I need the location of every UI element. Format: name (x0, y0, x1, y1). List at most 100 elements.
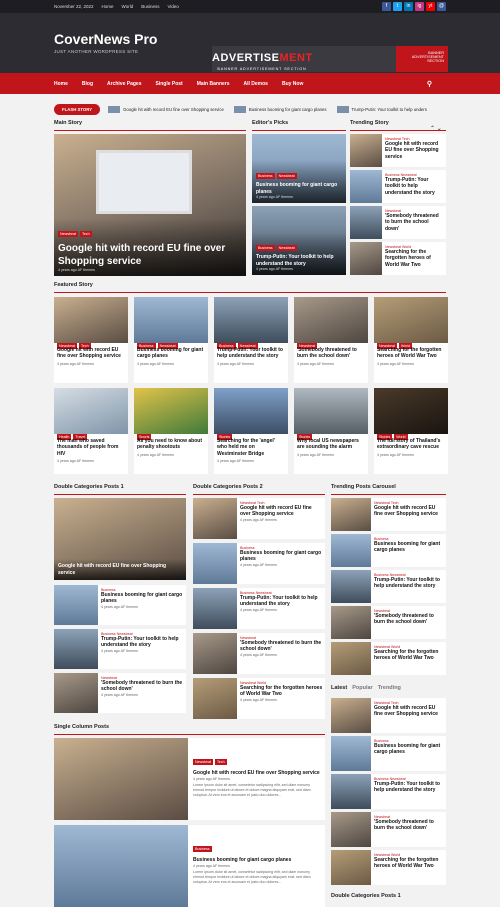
carousel-item[interactable]: Newsbeat World Searching for the forgotte… (331, 642, 446, 675)
tab-trending[interactable]: Trending (378, 685, 401, 691)
trending-item[interactable]: Newsbeat World Searching for the forgotte… (350, 242, 446, 275)
dc2-list-item[interactable]: Newsbeat 'Somebody threatened to burn the… (193, 633, 325, 674)
latest-item[interactable]: Newsbeat Tech Google hit with record EU f… (331, 698, 446, 733)
trending-nav-arrows[interactable]: ⌃ ⌄ (430, 125, 442, 132)
top-link-home[interactable]: Home (102, 4, 114, 9)
category-badge[interactable]: Tech (214, 759, 227, 765)
nav-single-post[interactable]: Single Post (155, 81, 182, 87)
featured-card[interactable]: Newsbeat Tech Google hit with record EU fi… (54, 297, 128, 383)
latest-item[interactable]: Newsbeat World Searching for the forgotte… (331, 850, 446, 885)
twitter-icon[interactable]: t (393, 2, 402, 11)
post-title[interactable]: Business booming for giant cargo planes (101, 592, 184, 605)
post-title[interactable]: Why local US newspapers are sounding the… (297, 438, 366, 451)
nav-buy-now[interactable]: Buy Now (282, 81, 303, 87)
flash-item[interactable]: Business booming for giant cargo planes (233, 105, 327, 113)
main-story-title[interactable]: Google hit with record EU fine over Shop… (58, 242, 242, 268)
post-title[interactable]: Trump-Putin: Your toolkit to help unders… (217, 347, 286, 360)
dc2-list-item[interactable]: Newsbeat World Searching for the forgotte… (193, 678, 325, 719)
youtube-icon[interactable]: yt (426, 2, 435, 11)
dc1-list-item[interactable]: Business Newsbeat Trump-Putin: Your toolk… (54, 629, 186, 669)
post-title[interactable]: Trump-Putin: Your toolkit to help unders… (374, 577, 444, 590)
category-badge[interactable]: Newsbeat (58, 231, 78, 237)
main-story-card[interactable]: Newsbeat Tech Google hit with record EU f… (54, 134, 246, 276)
featured-card[interactable]: Business Newsbeat Business booming for gia… (134, 297, 208, 383)
post-title[interactable]: 'Somebody threatened to burn the school … (374, 613, 444, 626)
site-title[interactable]: CoverNews Pro (54, 31, 446, 47)
trending-item[interactable]: Newsbeat Tech Google hit with record EU f… (350, 134, 446, 167)
post-title[interactable]: Business booming for giant cargo planes (374, 541, 444, 554)
single-column-post[interactable]: Newsbeat Tech Google hit with record EU fi… (54, 738, 325, 820)
post-title[interactable]: 'Somebody threatened to burn the school … (297, 347, 366, 360)
editors-pick-title[interactable]: Trump-Putin: Your toolkit to help unders… (256, 254, 342, 267)
email-icon[interactable]: @ (437, 2, 446, 11)
dc1-lead-title[interactable]: Google hit with record EU fine over Shop… (58, 563, 182, 576)
post-title[interactable]: Business booming for giant cargo planes (240, 550, 323, 563)
post-title[interactable]: 'Somebody threatened to burn the school … (101, 680, 184, 693)
instagram-icon[interactable]: ig (415, 2, 424, 11)
featured-card[interactable]: Stories Searching for the 'angel' who hel… (214, 388, 288, 474)
top-link-business[interactable]: Business (141, 4, 159, 9)
featured-card[interactable]: Stories World The full story of Thailand's… (374, 388, 448, 474)
flash-item[interactable]: Google hit with record EU fine over Shop… (108, 105, 224, 113)
tab-latest[interactable]: Latest (331, 685, 347, 691)
trending-item[interactable]: Business Newsbeat Trump-Putin: Your toolk… (350, 170, 446, 203)
post-title[interactable]: The full story of Thailand's extraordina… (377, 438, 446, 451)
trending-item[interactable]: Newsbeat 'Somebody threatened to burn the… (350, 206, 446, 239)
post-title[interactable]: Searching for the forgotten heroes of Wo… (377, 347, 446, 360)
post-title[interactable]: Google hit with record EU fine over Shop… (374, 705, 444, 718)
dc1-list-item[interactable]: Newsbeat 'Somebody threatened to burn the… (54, 673, 186, 713)
nav-all-demos[interactable]: All Demos (244, 81, 268, 87)
post-title[interactable]: Searching for the forgotten heroes of Wo… (374, 649, 444, 662)
category-badge[interactable]: Newsbeat (276, 245, 297, 252)
dc2-list-item[interactable]: Business Business booming for giant cargo… (193, 543, 325, 584)
post-title[interactable]: The man who saved thousands of people fr… (57, 438, 126, 457)
single-column-post[interactable]: Business Business booming for giant cargo… (54, 825, 325, 907)
featured-card[interactable]: Newsbeat 'Somebody threatened to burn the… (294, 297, 368, 383)
post-title[interactable]: Searching for the forgotten heroes of Wo… (374, 857, 444, 870)
nav-blog[interactable]: Blog (82, 81, 93, 87)
latest-item[interactable]: Business Business booming for giant cargo… (331, 736, 446, 771)
carousel-item[interactable]: Business Newsbeat Trump-Putin: Your toolk… (331, 570, 446, 603)
post-title[interactable]: Google hit with record EU fine over Shop… (193, 770, 321, 776)
carousel-item[interactable]: Newsbeat Tech Google hit with record EU f… (331, 498, 446, 531)
post-title[interactable]: All you need to know about penalty shoot… (137, 438, 206, 451)
post-title[interactable]: Business booming for giant cargo planes (193, 857, 321, 863)
editors-pick-title[interactable]: Business booming for giant cargo planes (256, 182, 342, 195)
category-badge[interactable]: Newsbeat (193, 759, 213, 765)
featured-card[interactable]: Business Newsbeat Trump-Putin: Your toolki… (214, 297, 288, 383)
post-title[interactable]: Google hit with record EU fine over Shop… (240, 505, 323, 518)
featured-card[interactable]: Health Travel The man who saved thousands … (54, 388, 128, 474)
post-title[interactable]: 'Somebody threatened to burn the school … (385, 213, 444, 232)
category-badge[interactable]: Business (256, 245, 275, 252)
latest-item[interactable]: Business Newsbeat Trump-Putin: Your toolk… (331, 774, 446, 809)
featured-card[interactable]: Sports All you need to know about penalty… (134, 388, 208, 474)
category-badge[interactable]: Tech (79, 231, 92, 237)
nav-main-banners[interactable]: Main Banners (197, 81, 230, 87)
carousel-item[interactable]: Business Business booming for giant cargo… (331, 534, 446, 567)
dc1-lead-card[interactable]: Google hit with record EU fine over Shop… (54, 498, 186, 580)
editors-pick-card[interactable]: Business Newsbeat Trump-Putin: Your toolki… (252, 206, 346, 275)
post-title[interactable]: Searching for the 'angel' who held me on… (217, 438, 286, 457)
dc2-list-item[interactable]: Business Newsbeat Trump-Putin: Your toolk… (193, 588, 325, 629)
latest-item[interactable]: Newsbeat 'Somebody threatened to burn the… (331, 812, 446, 847)
nav-home[interactable]: Home (54, 81, 68, 87)
post-title[interactable]: Business booming for giant cargo planes (137, 347, 206, 360)
top-link-video[interactable]: Video (167, 4, 178, 9)
tab-popular[interactable]: Popular (352, 685, 372, 691)
post-title[interactable]: Trump-Putin: Your toolkit to help unders… (374, 781, 444, 794)
linkedin-icon[interactable]: in (404, 2, 413, 11)
post-title[interactable]: Google hit with record EU fine over Shop… (385, 141, 444, 160)
post-title[interactable]: Searching for the forgotten heroes of Wo… (385, 249, 444, 268)
post-title[interactable]: Trump-Putin: Your toolkit to help unders… (385, 177, 444, 196)
facebook-icon[interactable]: f (382, 2, 391, 11)
category-badge[interactable]: Business (256, 173, 275, 180)
category-badge[interactable]: Business (193, 846, 212, 852)
nav-archive-pages[interactable]: Archive Pages (107, 81, 141, 87)
dc1-list-item[interactable]: Business Business booming for giant cargo… (54, 585, 186, 625)
featured-card[interactable]: Stories Why local US newspapers are sound… (294, 388, 368, 474)
editors-pick-card[interactable]: Business Newsbeat Business booming for gia… (252, 134, 346, 203)
carousel-item[interactable]: Newsbeat 'Somebody threatened to burn the… (331, 606, 446, 639)
search-icon[interactable]: ⚲ (427, 80, 432, 88)
header-advertisement[interactable]: ADVERTISEMENT BANNER ADVERTISEMENT SECTIO… (212, 46, 448, 72)
post-title[interactable]: Trump-Putin: Your toolkit to help unders… (240, 595, 323, 608)
